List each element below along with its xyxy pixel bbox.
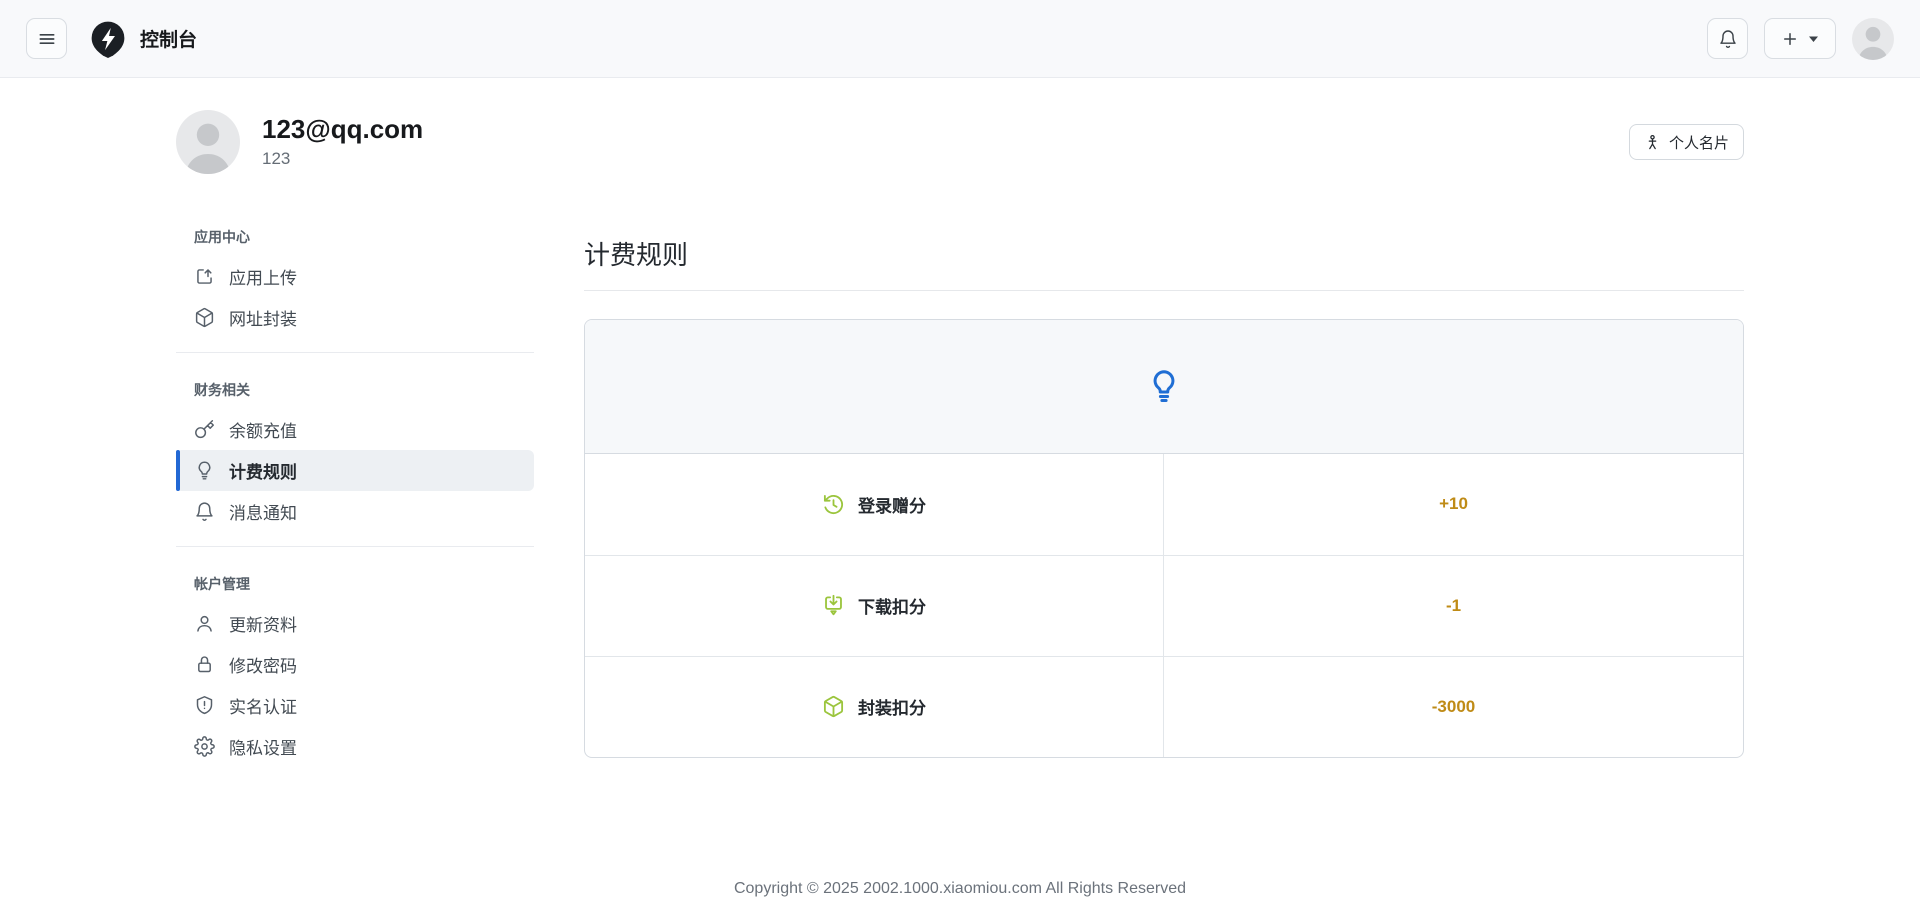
app-title: 控制台	[140, 25, 197, 52]
sidebar-divider	[176, 352, 534, 353]
profile-avatar	[176, 110, 240, 174]
sidebar: 应用中心 应用上传 网址封装 财务相关 余额充值 计费规则 消息通知	[176, 214, 534, 767]
caret-down-icon	[1808, 35, 1819, 43]
hamburger-icon	[37, 29, 57, 49]
personal-card-label: 个人名片	[1669, 132, 1729, 153]
user-icon	[194, 613, 215, 634]
cube-icon	[822, 695, 845, 718]
upload-icon	[194, 266, 215, 287]
sidebar-group-finance: 财务相关	[176, 367, 534, 409]
sidebar-item-label: 应用上传	[229, 264, 297, 289]
sidebar-item-url-packaging[interactable]: 网址封装	[176, 297, 534, 338]
cube-icon	[194, 307, 215, 328]
sidebar-group-app-center: 应用中心	[176, 214, 534, 256]
notifications-button[interactable]	[1707, 18, 1748, 59]
personal-card-button[interactable]: 个人名片	[1629, 124, 1744, 160]
title-divider	[584, 290, 1744, 291]
profile-text: 123@qq.com 123	[262, 115, 423, 169]
gear-icon	[194, 736, 215, 757]
sidebar-item-label: 网址封装	[229, 305, 297, 330]
shield-exclamation-icon	[194, 695, 215, 716]
key-icon	[194, 419, 215, 440]
billing-rules-card: 登录赠分 +10 下载扣分 -1 封装扣分 -3000	[584, 319, 1744, 758]
sidebar-item-update-profile[interactable]: 更新资料	[176, 603, 534, 644]
history-clock-icon	[822, 493, 845, 516]
sidebar-item-privacy-settings[interactable]: 隐私设置	[176, 726, 534, 767]
sidebar-item-label: 更新资料	[229, 611, 297, 636]
plus-icon	[1781, 30, 1799, 48]
navbar: 控制台	[0, 0, 1920, 78]
rule-label-cell: 登录赠分	[585, 454, 1164, 555]
sidebar-item-billing-rules[interactable]: 计费规则	[176, 450, 534, 491]
user-avatar[interactable]	[1852, 18, 1894, 60]
lightbulb-icon	[194, 460, 215, 481]
rule-value: -3000	[1164, 657, 1743, 757]
person-figure-icon	[1644, 134, 1661, 151]
brand[interactable]: 控制台	[89, 20, 197, 58]
sidebar-item-app-upload[interactable]: 应用上传	[176, 256, 534, 297]
sidebar-item-balance-recharge[interactable]: 余额充值	[176, 409, 534, 450]
sidebar-item-label: 计费规则	[229, 458, 297, 483]
sidebar-item-message-notifications[interactable]: 消息通知	[176, 491, 534, 532]
sidebar-item-change-password[interactable]: 修改密码	[176, 644, 534, 685]
rule-label: 登录赠分	[858, 492, 926, 517]
rule-label: 下载扣分	[858, 593, 926, 618]
rule-label: 封装扣分	[858, 694, 926, 719]
rules-card-header	[585, 320, 1743, 454]
lock-icon	[194, 654, 215, 675]
lightning-pin-logo-icon	[89, 20, 127, 58]
page-title: 计费规则	[584, 231, 1744, 272]
rule-row-login-bonus: 登录赠分 +10	[585, 454, 1743, 555]
sidebar-item-label: 消息通知	[229, 499, 297, 524]
avatar-silhouette-icon	[1852, 18, 1894, 60]
profile-username: 123	[262, 149, 423, 169]
rule-row-download-deduction: 下载扣分 -1	[585, 555, 1743, 656]
bell-icon	[194, 501, 215, 522]
profile-email: 123@qq.com	[262, 115, 423, 144]
navbar-actions	[1707, 18, 1894, 60]
lightbulb-icon	[1146, 368, 1182, 404]
menu-button[interactable]	[26, 18, 67, 59]
sidebar-item-label: 隐私设置	[229, 734, 297, 759]
sidebar-item-label: 实名认证	[229, 693, 297, 718]
rule-label-cell: 下载扣分	[585, 556, 1164, 656]
add-menu-button[interactable]	[1764, 18, 1836, 59]
sidebar-item-real-name-verification[interactable]: 实名认证	[176, 685, 534, 726]
bell-icon	[1718, 29, 1738, 49]
main-content: 计费规则 登录赠分 +10 下载扣分	[584, 214, 1744, 758]
rule-value: +10	[1164, 454, 1743, 555]
sidebar-item-label: 修改密码	[229, 652, 297, 677]
avatar-silhouette-icon	[176, 110, 240, 174]
profile-header: 123@qq.com 123 个人名片	[176, 110, 1744, 174]
download-device-icon	[822, 594, 845, 617]
sidebar-item-label: 余额充值	[229, 417, 297, 442]
sidebar-group-account: 帐户管理	[176, 561, 534, 603]
sidebar-divider	[176, 546, 534, 547]
rule-value: -1	[1164, 556, 1743, 656]
rule-row-packaging-deduction: 封装扣分 -3000	[585, 656, 1743, 757]
rule-label-cell: 封装扣分	[585, 657, 1164, 757]
footer-copyright: Copyright © 2025 2002.1000.xiaomiou.com …	[0, 880, 1920, 898]
